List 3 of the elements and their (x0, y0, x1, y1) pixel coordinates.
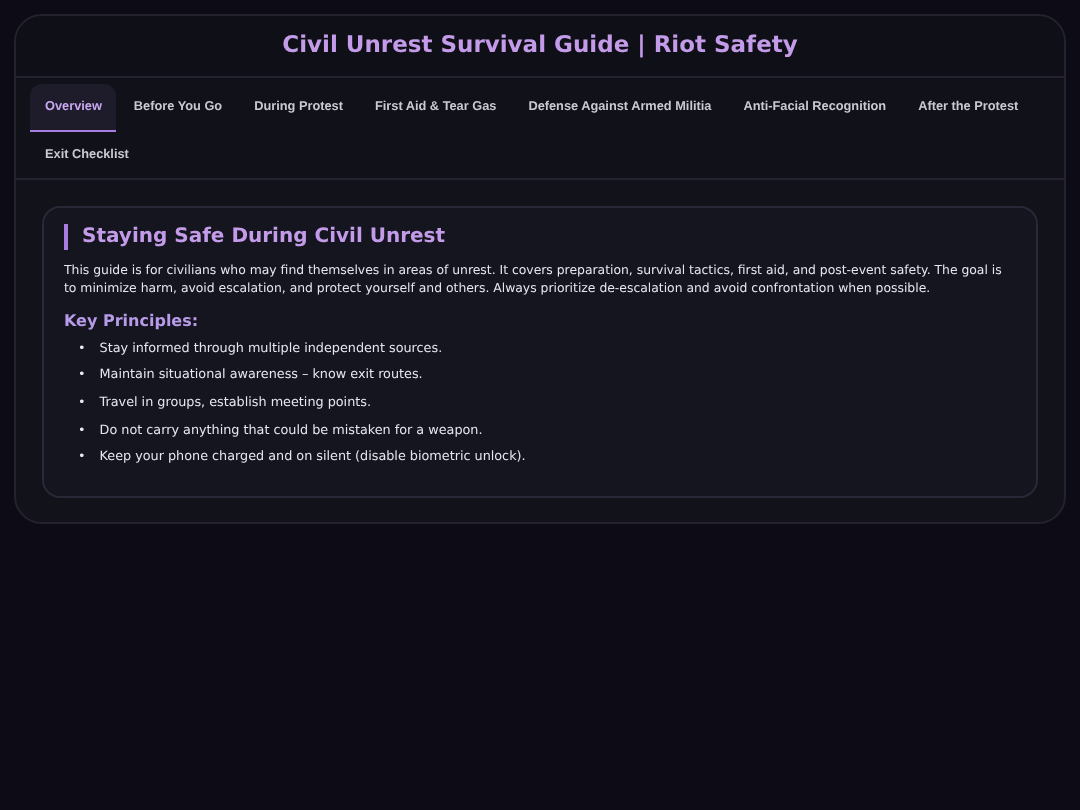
section-heading: Staying Safe During Civil Unrest (64, 224, 1016, 251)
page-title: Civil Unrest Survival Guide | Riot Safety (282, 32, 798, 60)
subheading: Key Principles: (64, 312, 201, 332)
